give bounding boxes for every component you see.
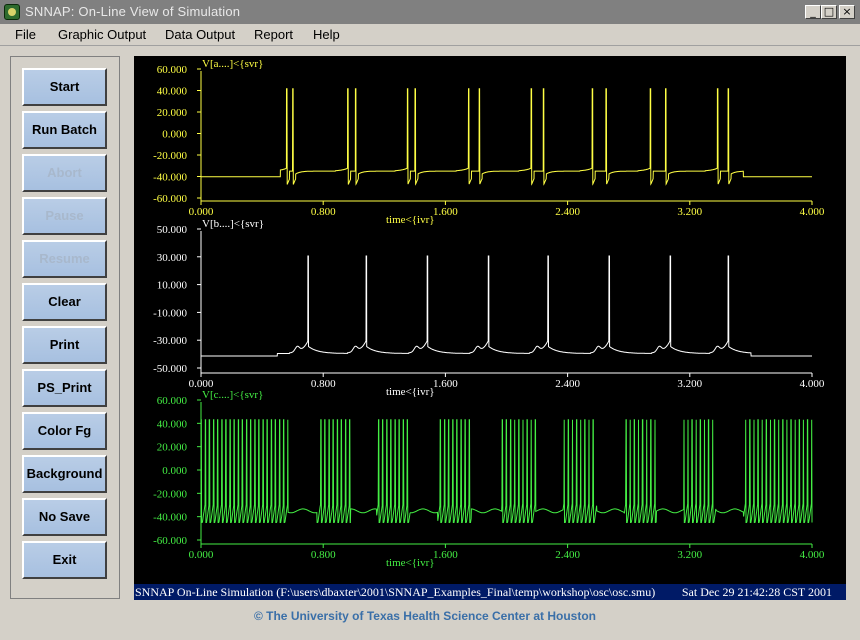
start-button[interactable]: Start bbox=[22, 68, 107, 106]
y-tick-label: -60.000 bbox=[153, 535, 187, 547]
x-tick-label: 0.000 bbox=[189, 206, 214, 218]
voltage-trace-1 bbox=[201, 88, 812, 186]
y-tick-label: -20.000 bbox=[153, 150, 187, 162]
x-tick-label: 0.800 bbox=[311, 206, 336, 218]
voltage-traces-chart: 60.000 40.000 20.000 0.000 -20.000 -40.000 -60… bbox=[153, 58, 825, 569]
series-title: V[c....]<{svr} bbox=[202, 389, 263, 401]
y-tick-label: -20.000 bbox=[153, 488, 187, 500]
x-tick-label: 2.400 bbox=[555, 378, 580, 390]
snnap-app-icon bbox=[4, 4, 20, 20]
y-tick-label: -40.000 bbox=[153, 172, 187, 184]
y-tick-label: 60.000 bbox=[157, 64, 188, 76]
x-tick-label: 2.400 bbox=[555, 549, 580, 561]
print-button[interactable]: Print bbox=[22, 326, 107, 364]
y-tick-label: 30.000 bbox=[157, 252, 188, 264]
y-tick-label: -30.000 bbox=[153, 335, 187, 347]
x-tick-label: 3.200 bbox=[677, 549, 702, 561]
menu-report[interactable]: Report bbox=[254, 27, 293, 42]
x-tick-label: 0.800 bbox=[311, 549, 336, 561]
x-tick-label: 2.400 bbox=[555, 206, 580, 218]
x-tick-label: 4.000 bbox=[800, 378, 825, 390]
x-tick-label: 0.800 bbox=[311, 378, 336, 390]
simulation-timestamp: Sat Dec 29 21:42:28 CST 2001 bbox=[681, 585, 832, 599]
y-tick-label: 0.000 bbox=[162, 465, 187, 477]
menu-file[interactable]: File bbox=[15, 27, 36, 42]
pause-button[interactable]: Pause bbox=[22, 197, 107, 235]
run-batch-button[interactable]: Run Batch bbox=[22, 111, 107, 149]
y-tick-label: 50.000 bbox=[157, 224, 188, 236]
background-button[interactable]: Background bbox=[22, 455, 107, 493]
y-tick-label: 20.000 bbox=[157, 442, 188, 454]
simulation-path: SNNAP On-Line Simulation (F:\users\dbaxt… bbox=[135, 585, 656, 599]
x-tick-label: 4.000 bbox=[800, 206, 825, 218]
y-tick-label: 40.000 bbox=[157, 418, 188, 430]
footer-credit: © The University of Texas Health Science… bbox=[253, 609, 597, 623]
series-title: V[a....]<{svr} bbox=[202, 58, 263, 70]
series-title: V[b....]<{svr} bbox=[202, 218, 264, 230]
menu-bar: File Graphic Output Data Output Report H… bbox=[0, 24, 860, 46]
status-bar: SNNAP On-Line Simulation (F:\users\dbaxt… bbox=[134, 584, 846, 600]
voltage-trace-2 bbox=[201, 255, 812, 357]
ps-print-button[interactable]: PS_Print bbox=[22, 369, 107, 407]
y-tick-label: 20.000 bbox=[157, 107, 188, 119]
y-tick-label: -40.000 bbox=[153, 512, 187, 524]
close-button[interactable]: × bbox=[839, 5, 855, 19]
y-tick-label: -10.000 bbox=[153, 307, 187, 319]
y-tick-label: -60.000 bbox=[153, 193, 187, 205]
menu-help[interactable]: Help bbox=[313, 27, 340, 42]
y-tick-label: 0.000 bbox=[162, 129, 187, 141]
y-tick-label: 10.000 bbox=[157, 280, 188, 292]
y-tick-label: -50.000 bbox=[153, 363, 187, 375]
abort-button[interactable]: Abort bbox=[22, 154, 107, 192]
x-axis-label: time<{ivr} bbox=[386, 386, 435, 398]
y-tick-label: 60.000 bbox=[157, 395, 188, 407]
x-axis-label: time<{ivr} bbox=[386, 557, 435, 569]
x-tick-label: 3.200 bbox=[677, 206, 702, 218]
menu-graphic-output[interactable]: Graphic Output bbox=[58, 27, 146, 42]
menu-data-output[interactable]: Data Output bbox=[165, 27, 235, 42]
x-tick-label: 1.600 bbox=[433, 378, 458, 390]
clear-button[interactable]: Clear bbox=[22, 283, 107, 321]
resume-button[interactable]: Resume bbox=[22, 240, 107, 278]
x-tick-label: 1.600 bbox=[433, 549, 458, 561]
x-tick-label: 3.200 bbox=[677, 378, 702, 390]
color-fg-button[interactable]: Color Fg bbox=[22, 412, 107, 450]
title-bar: SNNAP: On-Line View of Simulation _ □ × bbox=[0, 0, 860, 24]
no-save-button[interactable]: No Save bbox=[22, 498, 107, 536]
x-axis-label: time<{ivr} bbox=[386, 214, 435, 226]
y-tick-label: 40.000 bbox=[157, 86, 188, 98]
plot-area: 60.000 40.000 20.000 0.000 -20.000 -40.000 -60… bbox=[134, 56, 846, 584]
x-tick-label: 4.000 bbox=[800, 549, 825, 561]
window-title: SNNAP: On-Line View of Simulation bbox=[25, 4, 241, 19]
x-tick-label: 1.600 bbox=[433, 206, 458, 218]
maximize-button[interactable]: □ bbox=[821, 5, 837, 19]
x-tick-label: 0.000 bbox=[189, 549, 214, 561]
voltage-trace-3 bbox=[200, 419, 813, 523]
minimize-button[interactable]: _ bbox=[805, 5, 821, 19]
exit-button[interactable]: Exit bbox=[22, 541, 107, 579]
